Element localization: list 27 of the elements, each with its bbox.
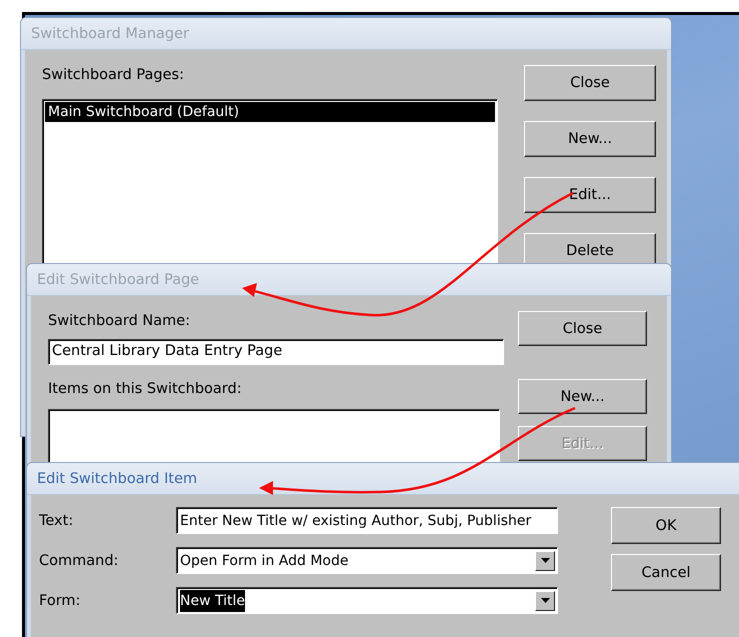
- dialog-button[interactable]: OK: [611, 507, 721, 544]
- field-label: Text:: [39, 512, 74, 530]
- name-field[interactable]: Central Library Data Entry Page: [48, 339, 504, 365]
- window-title: Switchboard Manager: [31, 26, 189, 42]
- dialog-button[interactable]: Close: [524, 65, 656, 101]
- dropdown-button[interactable]: [535, 550, 555, 570]
- list-label: Switchboard Pages:: [42, 66, 184, 85]
- text-field[interactable]: Enter New Title w/ existing Author, Subj, Publisher: [176, 507, 558, 534]
- dialog-button[interactable]: Edit...: [524, 177, 656, 213]
- field-value: Open Form in Add Mode: [180, 552, 348, 570]
- list-label: Items on this Switchboard:: [48, 380, 242, 399]
- dropdown-arrow-icon: [540, 598, 550, 603]
- dialog-button[interactable]: Close: [518, 311, 647, 346]
- list-item[interactable]: Main Switchboard (Default): [45, 102, 495, 122]
- dialog-button[interactable]: New...: [524, 121, 656, 157]
- dialog-button[interactable]: New...: [518, 379, 647, 414]
- field-label: Switchboard Name:: [48, 312, 190, 331]
- combo-box[interactable]: New Title: [176, 587, 558, 614]
- dialog-button[interactable]: Cancel: [611, 554, 721, 591]
- window-title: Edit Switchboard Item: [37, 470, 198, 486]
- combo-box[interactable]: Open Form in Add Mode: [176, 547, 558, 574]
- dropdown-arrow-icon: [540, 558, 550, 563]
- field-value: New Title: [180, 590, 245, 612]
- field-label: Command:: [39, 552, 120, 570]
- field-label: Form:: [39, 592, 82, 610]
- field-value: Enter New Title w/ existing Author, Subj, Publisher: [180, 512, 532, 530]
- dropdown-button[interactable]: [535, 590, 555, 610]
